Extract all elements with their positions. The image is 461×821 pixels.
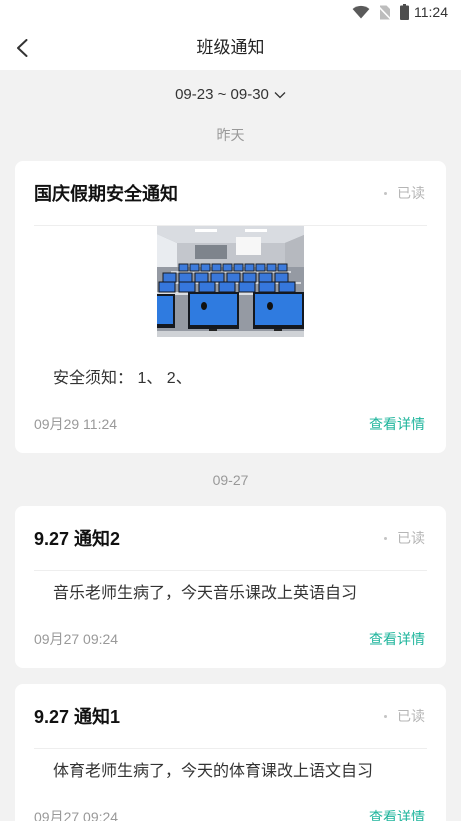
header: 班级通知 bbox=[0, 25, 461, 70]
monitor bbox=[198, 281, 216, 293]
monitor bbox=[242, 272, 257, 283]
notice-card-header: 9.27 通知2 已读 bbox=[34, 506, 425, 570]
ceiling-light bbox=[245, 229, 267, 232]
page-title: 班级通知 bbox=[196, 38, 265, 57]
monitor bbox=[162, 272, 177, 283]
notice-card-header: 国庆假期安全通知 已读 bbox=[34, 161, 425, 225]
notice-card[interactable]: 9.27 通知2 已读 音乐老师生病了，今天音乐课改上英语自习 09月27 09… bbox=[15, 506, 446, 668]
headphones bbox=[201, 302, 207, 310]
no-sim-icon bbox=[378, 5, 391, 20]
monitor bbox=[226, 272, 241, 283]
notice-card-header: 9.27 通知1 已读 bbox=[34, 684, 425, 748]
notice-content: 安全须知： 1、 2、 bbox=[53, 370, 192, 387]
notice-time: 09月29 11:24 bbox=[34, 416, 118, 432]
chevron-down-icon bbox=[274, 92, 286, 99]
read-status: 已读 bbox=[384, 528, 425, 548]
notice-footer: 09月29 11:24 查看详情 bbox=[34, 414, 425, 434]
notice-title: 9.27 通知2 bbox=[34, 529, 121, 549]
notice-footer: 09月27 09:24 查看详情 bbox=[34, 629, 425, 649]
front-monitor-screen bbox=[190, 294, 237, 325]
monitor bbox=[233, 263, 244, 272]
notice-card[interactable]: 9.27 通知1 已读 体育老师生病了，今天的体育课改上语文自习 09月27 0… bbox=[15, 684, 446, 821]
monitor bbox=[218, 281, 236, 293]
monitor bbox=[266, 263, 277, 272]
headphones bbox=[267, 302, 273, 310]
monitor bbox=[200, 263, 211, 272]
monitor bbox=[158, 281, 176, 293]
projector-screen bbox=[236, 237, 261, 255]
monitor bbox=[244, 263, 255, 272]
status-bar: 11:24 bbox=[0, 0, 461, 25]
monitor bbox=[238, 281, 256, 293]
monitor bbox=[258, 281, 276, 293]
view-details-link[interactable]: 查看详情 bbox=[369, 629, 425, 649]
view-details-link[interactable]: 查看详情 bbox=[369, 807, 425, 821]
blackboard bbox=[195, 245, 227, 259]
front-monitor-screen bbox=[255, 294, 302, 325]
ceiling bbox=[157, 226, 304, 243]
monitor bbox=[178, 272, 193, 283]
monitor bbox=[278, 281, 296, 293]
date-range-selector[interactable]: 09-23 ~ 09-30 bbox=[0, 70, 461, 108]
notice-card[interactable]: 国庆假期安全通知 已读 安全须知： 1、 2、 09月29 11:24 查看详情 bbox=[15, 161, 446, 453]
read-status: 已读 bbox=[384, 706, 425, 726]
notice-footer: 09月27 09:24 查看详情 bbox=[34, 807, 425, 821]
notice-content: 体育老师生病了，今天的体育课改上语文自习 bbox=[53, 763, 374, 780]
read-status-label: 已读 bbox=[397, 530, 425, 546]
back-wall bbox=[177, 243, 285, 267]
date-group-label: 昨天 bbox=[216, 127, 245, 143]
status-time: 11:24 bbox=[414, 4, 448, 20]
monitor bbox=[274, 272, 289, 283]
notice-title: 国庆假期安全通知 bbox=[34, 184, 178, 204]
monitor bbox=[255, 263, 266, 272]
date-group-label: 09-27 bbox=[212, 472, 249, 488]
back-button[interactable] bbox=[7, 33, 37, 63]
notice-content: 音乐老师生病了，今天音乐课改上英语自习 bbox=[53, 585, 358, 602]
monitor bbox=[222, 263, 233, 272]
monitor bbox=[211, 263, 222, 272]
read-status-label: 已读 bbox=[397, 708, 425, 724]
notice-title: 9.27 通知1 bbox=[34, 707, 121, 727]
front-monitor-screen bbox=[157, 296, 173, 324]
monitor bbox=[178, 263, 189, 272]
notice-time: 09月27 09:24 bbox=[34, 809, 119, 821]
date-range-text: 09-23 ~ 09-30 bbox=[175, 86, 269, 104]
view-details-link[interactable]: 查看详情 bbox=[369, 414, 425, 434]
wifi-icon bbox=[352, 5, 370, 19]
read-status-dot bbox=[384, 714, 387, 718]
monitor bbox=[189, 263, 200, 272]
ceiling-light bbox=[195, 229, 217, 232]
read-status-label: 已读 bbox=[397, 185, 425, 201]
battery-icon bbox=[400, 4, 409, 20]
front-desk bbox=[157, 331, 304, 337]
chevron-left-icon bbox=[17, 39, 28, 57]
monitor bbox=[210, 272, 225, 283]
read-status: 已读 bbox=[384, 183, 425, 203]
monitor bbox=[194, 272, 209, 283]
monitor bbox=[178, 281, 196, 293]
monitor bbox=[277, 263, 288, 272]
notice-list: 09-23 ~ 09-30 昨天 国庆假期安全通知 已读 安全须知： 1、 2、… bbox=[0, 70, 461, 821]
notice-time: 09月27 09:24 bbox=[34, 631, 119, 647]
notice-image[interactable] bbox=[157, 226, 304, 337]
monitor bbox=[258, 272, 273, 283]
read-status-dot bbox=[384, 536, 387, 540]
read-status-dot bbox=[384, 191, 387, 195]
